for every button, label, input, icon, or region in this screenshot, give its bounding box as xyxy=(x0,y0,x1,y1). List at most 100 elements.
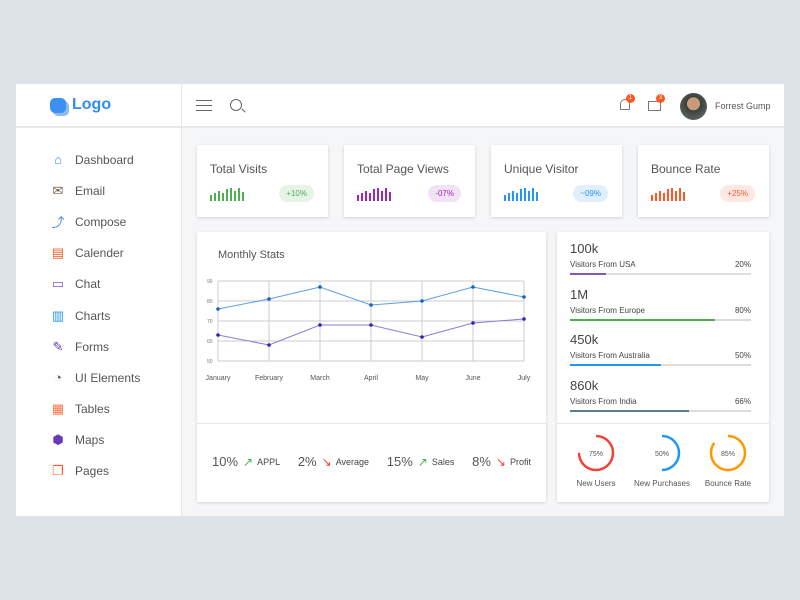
stat-card: Bounce Rate +25% xyxy=(638,145,769,217)
visitor-count: 1M xyxy=(570,286,589,302)
sidebar-item-chat[interactable]: ▭ Chat xyxy=(16,269,181,300)
spark-bar xyxy=(373,189,375,201)
spark-bar xyxy=(242,192,244,201)
spark-bar xyxy=(675,191,677,201)
arrow-down-icon: ↘ xyxy=(321,454,332,469)
spark-bar xyxy=(369,193,371,201)
spark-bar xyxy=(381,191,383,201)
data-point xyxy=(522,295,526,299)
spark-bar xyxy=(377,188,379,201)
stock-value: 8% xyxy=(472,454,491,469)
sidebar-item-label: UI Elements xyxy=(75,370,141,385)
y-tick-label: 50 xyxy=(207,359,213,365)
data-point xyxy=(420,335,424,339)
x-tick-label: July xyxy=(518,375,531,382)
country-percent: 50% xyxy=(734,351,751,360)
x-tick-label: May xyxy=(415,375,429,382)
sidebar-item-forms[interactable]: ✎ Forms xyxy=(16,331,181,362)
spark-bar xyxy=(385,188,387,201)
spark-bar xyxy=(357,195,359,201)
logo[interactable]: Logo xyxy=(16,84,181,128)
spark-bar xyxy=(524,188,526,201)
sidebar-item-charts[interactable]: ▥ Charts xyxy=(16,300,181,331)
dashboard-frame: Logo ⌂ Dashboard ✉ Email ⤴ Compose ▤ Calender ▭ C… xyxy=(16,84,784,516)
stock-summary: 10% ↗ APPL 2% ↘ Average 15% ↗ Sales 8% ↘ Profit xyxy=(212,454,531,469)
stat-title: Unique Visitor xyxy=(504,162,579,176)
spark-bar xyxy=(683,192,685,201)
x-tick-label: April xyxy=(364,375,378,382)
x-tick-label: February xyxy=(255,375,284,382)
data-point xyxy=(471,321,475,325)
stock-item: 10% ↗ APPL xyxy=(212,454,280,469)
spark-bar xyxy=(536,192,538,201)
arrow-up-icon: ↗ xyxy=(417,454,428,469)
country-label: Visitors From Australia xyxy=(570,351,650,360)
messages-mail-icon[interactable]: 3 xyxy=(648,94,665,111)
stock-label: Sales xyxy=(431,456,455,467)
stock-label: APPL xyxy=(257,456,281,467)
sidebar-item-maps[interactable]: ⬢ Maps xyxy=(16,425,181,456)
country-visitors: 1M Visitors From Europe 80% xyxy=(570,287,751,321)
messages-badge: 3 xyxy=(656,94,665,103)
hamburger-menu-icon[interactable] xyxy=(196,100,212,111)
spark-bar xyxy=(655,193,657,201)
data-point xyxy=(471,285,475,289)
sidebar-item-label: Compose xyxy=(75,214,127,229)
sidebar-item-pages[interactable]: ❐ Pages xyxy=(16,456,181,487)
y-tick-label: 70 xyxy=(207,319,213,325)
sidebar-item-ui-elements[interactable]: ◔ UI Elements xyxy=(16,362,181,393)
notification-bell-icon[interactable]: 1 xyxy=(620,94,635,110)
donut-stat: 85% Bounce Rate xyxy=(688,432,768,488)
sidebar-item-label: Charts xyxy=(75,308,111,323)
y-tick-label: 80 xyxy=(207,299,213,305)
country-label: Visitors From Europe xyxy=(570,305,645,315)
arrow-down-icon: ↘ xyxy=(495,454,506,469)
sidebar-item-label: Tables xyxy=(75,402,110,417)
country-percent: 80% xyxy=(734,305,751,315)
palette-icon: ◔ xyxy=(54,370,62,386)
stat-change-badge: -07% xyxy=(428,185,461,202)
spark-bar xyxy=(226,189,228,201)
pen-icon: ✎ xyxy=(52,338,64,354)
avatar[interactable] xyxy=(680,93,707,120)
sidebar-item-label: Email xyxy=(75,183,106,198)
stat-sparkbars xyxy=(651,188,685,201)
donut-ring: 75% xyxy=(577,434,615,472)
spark-bar xyxy=(679,188,681,201)
spark-bar xyxy=(667,189,669,201)
visitor-count: 860k xyxy=(570,377,599,393)
country-visitors: 860k Visitors From India 66% xyxy=(570,378,751,412)
sidebar-item-dashboard[interactable]: ⌂ Dashboard xyxy=(16,144,181,175)
monthly-stats-chart: 90 80 70 60 50 January February March April May Ju… xyxy=(206,279,531,382)
stat-sparkbars xyxy=(210,188,244,201)
search-icon[interactable] xyxy=(230,99,246,113)
spark-bar xyxy=(508,193,510,201)
stat-sparkbars xyxy=(504,188,538,201)
home-icon: ⌂ xyxy=(54,152,62,168)
table-icon: ▦ xyxy=(51,401,65,417)
user-name[interactable]: Forrest Gump xyxy=(715,101,771,111)
sidebar-item-compose[interactable]: ⤴ Compose xyxy=(16,206,181,237)
progress-bar xyxy=(570,364,751,366)
donut-label: Bounce Rate xyxy=(704,479,752,488)
map-pin-icon: ⬢ xyxy=(52,432,64,448)
spark-bar xyxy=(504,195,506,201)
data-point xyxy=(522,317,526,321)
visitor-count: 100k xyxy=(570,241,599,256)
arrow-up-icon: ↗ xyxy=(243,454,254,469)
x-tick-label: June xyxy=(465,375,480,382)
compose-icon: ⤴ xyxy=(51,215,65,231)
sidebar-item-tables[interactable]: ▦ Tables xyxy=(16,394,181,425)
spark-bar xyxy=(512,191,514,201)
sidebar-item-label: Pages xyxy=(75,464,110,479)
data-point xyxy=(318,323,322,327)
spark-bar xyxy=(520,189,522,201)
progress-bar xyxy=(570,409,751,412)
country-label: Visitors From India xyxy=(570,396,637,406)
country-label: Visitors From USA xyxy=(570,260,636,269)
y-tick-label: 60 xyxy=(207,339,213,345)
sidebar-item-email[interactable]: ✉ Email xyxy=(16,175,181,206)
stat-change-badge: +10% xyxy=(279,185,314,202)
logo-text: Logo xyxy=(72,96,112,113)
sidebar-item-calender[interactable]: ▤ Calender xyxy=(16,238,181,269)
